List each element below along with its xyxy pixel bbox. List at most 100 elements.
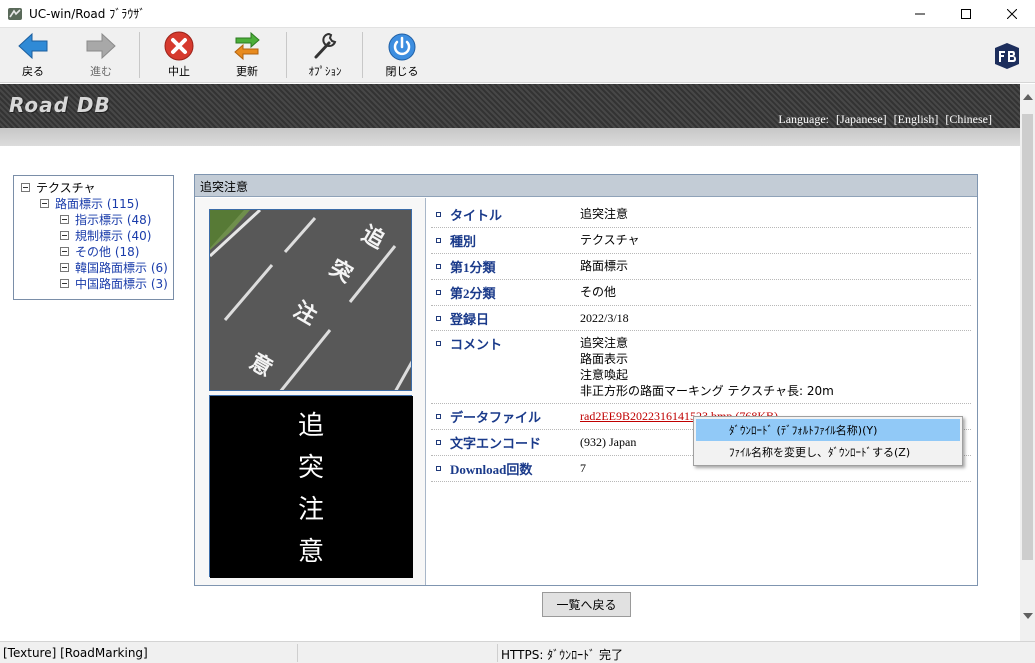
comment-line: 注意喚起 (580, 368, 629, 382)
info-row-type: 種別 テクスチャ (431, 228, 971, 254)
tree-leaf-link[interactable]: その他 (18) (75, 243, 139, 260)
browser-viewport: Road DB Language: [Japanese] [English] [… (0, 84, 1020, 641)
tree-node-link[interactable]: 路面標示 (115) (55, 195, 139, 212)
menu-item-download-rename[interactable]: ﾌｧｲﾙ名称を変更し、ﾀﾞｳﾝﾛｰﾄﾞする(Z) (696, 441, 960, 463)
refresh-button[interactable]: 更新 (224, 30, 270, 80)
scroll-thumb[interactable] (1022, 114, 1033, 560)
info-key: 第1分類 (450, 260, 496, 275)
tree-leaf-link[interactable]: 韓国路面標示 (6) (75, 259, 168, 276)
info-key: 文字エンコード (450, 436, 542, 451)
language-japanese-link[interactable]: [Japanese] (836, 112, 887, 126)
forward-button[interactable]: 進む (78, 30, 124, 80)
back-label: 戻る (22, 65, 44, 78)
scroll-down-icon[interactable] (1023, 613, 1033, 619)
toolbar-separator (362, 32, 363, 78)
bullet-icon (436, 316, 441, 321)
info-key: コメント (450, 337, 503, 352)
tree-leaf[interactable]: 中国路面標示 (3) (21, 275, 173, 291)
tree-node-label: テクスチャ (36, 180, 96, 195)
info-value: テクスチャ (580, 233, 640, 247)
tree-leaf[interactable]: その他 (18) (21, 243, 173, 259)
tree-leaf-link[interactable]: 指示標示 (48) (75, 211, 151, 228)
tree-leaf-link[interactable]: 規制標示 (40) (75, 227, 151, 244)
info-value: 路面標示 (580, 259, 629, 273)
close-icon (1007, 8, 1017, 19)
status-bar: [Texture] [RoadMarking] HTTPS: ﾀﾞｳﾝﾛｰﾄﾞ … (0, 641, 1035, 663)
collapse-icon[interactable] (40, 198, 49, 208)
info-key: 種別 (450, 234, 477, 249)
info-row-title: タイトル 追突注意 (431, 202, 971, 228)
arrow-right-icon (86, 32, 116, 60)
toolbar: 戻る 進む 中止 更新 ｵﾌﾟｼｮﾝ 閉じる (0, 27, 1035, 83)
info-value: (932) Japan (580, 435, 637, 449)
road-scene-graphic: 追 突 注 意 (210, 210, 411, 390)
collapse-icon (60, 230, 69, 240)
close-window-button[interactable] (989, 0, 1035, 27)
preview-column: 追 突 注 意 追 突 注 意 (195, 198, 426, 585)
title-bar: UC-win/Road ﾌﾞﾗｳｻﾞ (0, 0, 1035, 27)
close-browser-button[interactable]: 閉じる (379, 30, 425, 80)
collapse-icon (60, 278, 69, 288)
tree-leaf-count: (3) (150, 276, 168, 291)
info-key: データファイル (450, 410, 542, 425)
tree-leaf[interactable]: 韓国路面標示 (6) (21, 259, 173, 275)
options-label: ｵﾌﾟｼｮﾝ (308, 65, 342, 78)
vertical-scrollbar[interactable] (1020, 84, 1035, 641)
scroll-up-icon[interactable] (1023, 94, 1033, 100)
collapse-icon (60, 214, 69, 224)
forum8-logo-icon (995, 43, 1019, 69)
bullet-icon (436, 264, 441, 269)
collapse-icon (60, 262, 69, 272)
category-tree: テクスチャ 路面標示 (115) 指示標示 (48) 規制標示 (40) その他… (13, 175, 174, 300)
collapse-icon[interactable] (21, 182, 30, 192)
info-key: タイトル (450, 208, 503, 223)
back-to-list-button[interactable]: 一覧へ戻る (542, 592, 631, 617)
language-label: Language: (778, 112, 830, 126)
tree-leaf-count: (18) (114, 244, 140, 259)
language-english-link[interactable]: [English] (894, 112, 939, 126)
toolbar-separator (286, 32, 287, 78)
forward-label: 進む (90, 65, 112, 78)
comment-line: 追突注意 (580, 336, 629, 350)
road-preview-image: 追 突 注 意 (209, 209, 412, 391)
close-browser-label: 閉じる (385, 65, 419, 78)
tree-leaf-count: (48) (126, 212, 152, 227)
menu-item-download-default[interactable]: ﾀﾞｳﾝﾛｰﾄﾞ (ﾃﾞﾌｫﾙﾄﾌｧｲﾙ名称)(Y) (696, 419, 960, 441)
texture-char-1: 追 (298, 411, 324, 441)
tree-leaf-link[interactable]: 中国路面標示 (3) (75, 275, 168, 292)
options-button[interactable]: ｵﾌﾟｼｮﾝ (302, 30, 348, 80)
info-value: その他 (580, 285, 617, 299)
bullet-icon (436, 238, 441, 243)
tree-node-road-marking[interactable]: 路面標示 (115) (21, 195, 173, 211)
info-row-comment: コメント 追突注意 路面表示 注意喚起 非正方形の路面マーキング テクスチャ長:… (431, 331, 971, 404)
back-button[interactable]: 戻る (10, 30, 56, 80)
maximize-button[interactable] (943, 0, 989, 27)
comment-line: 路面表示 (580, 352, 629, 366)
tree-leaf-label: 韓国路面標示 (75, 260, 148, 275)
toolbar-separator (139, 32, 140, 78)
tree-leaf[interactable]: 規制標示 (40) (21, 227, 173, 243)
app-icon (8, 7, 22, 20)
tree-node-count: (115) (106, 196, 140, 211)
browser-window: UC-win/Road ﾌﾞﾗｳｻﾞ 戻る 進む 中止 更新 ｵﾌﾟｼｮﾝ 閉じ… (0, 0, 1035, 663)
tree-leaf[interactable]: 指示標示 (48) (21, 211, 173, 227)
info-key: 登録日 (450, 312, 490, 327)
tree-leaf-count: (6) (150, 260, 168, 275)
bullet-icon (436, 414, 441, 419)
refresh-icon (234, 31, 260, 61)
tree-node-texture[interactable]: テクスチャ (21, 179, 173, 195)
tree-leaf-label: その他 (75, 244, 112, 259)
window-title: UC-win/Road ﾌﾞﾗｳｻﾞ (29, 7, 146, 21)
stop-button[interactable]: 中止 (156, 30, 202, 80)
arrow-left-icon (18, 32, 48, 60)
minimize-button[interactable] (897, 0, 943, 27)
bullet-icon (436, 341, 441, 346)
context-menu: ﾀﾞｳﾝﾛｰﾄﾞ (ﾃﾞﾌｫﾙﾄﾌｧｲﾙ名称)(Y) ﾌｧｲﾙ名称を変更し、ﾀﾞ… (693, 416, 963, 466)
info-value: 追突注意 (580, 207, 629, 221)
power-icon (388, 33, 416, 61)
status-message: HTTPS: ﾀﾞｳﾝﾛｰﾄﾞ 完了 (501, 648, 623, 662)
wrench-icon (314, 32, 337, 59)
detail-panel: 追突注意 追 突 注 意 追 突 注 意 タイトル 追突注意 種別 テクスチャ … (194, 174, 978, 586)
language-chinese-link[interactable]: [Chinese] (945, 112, 992, 126)
info-row-category2: 第2分類 その他 (431, 280, 971, 306)
